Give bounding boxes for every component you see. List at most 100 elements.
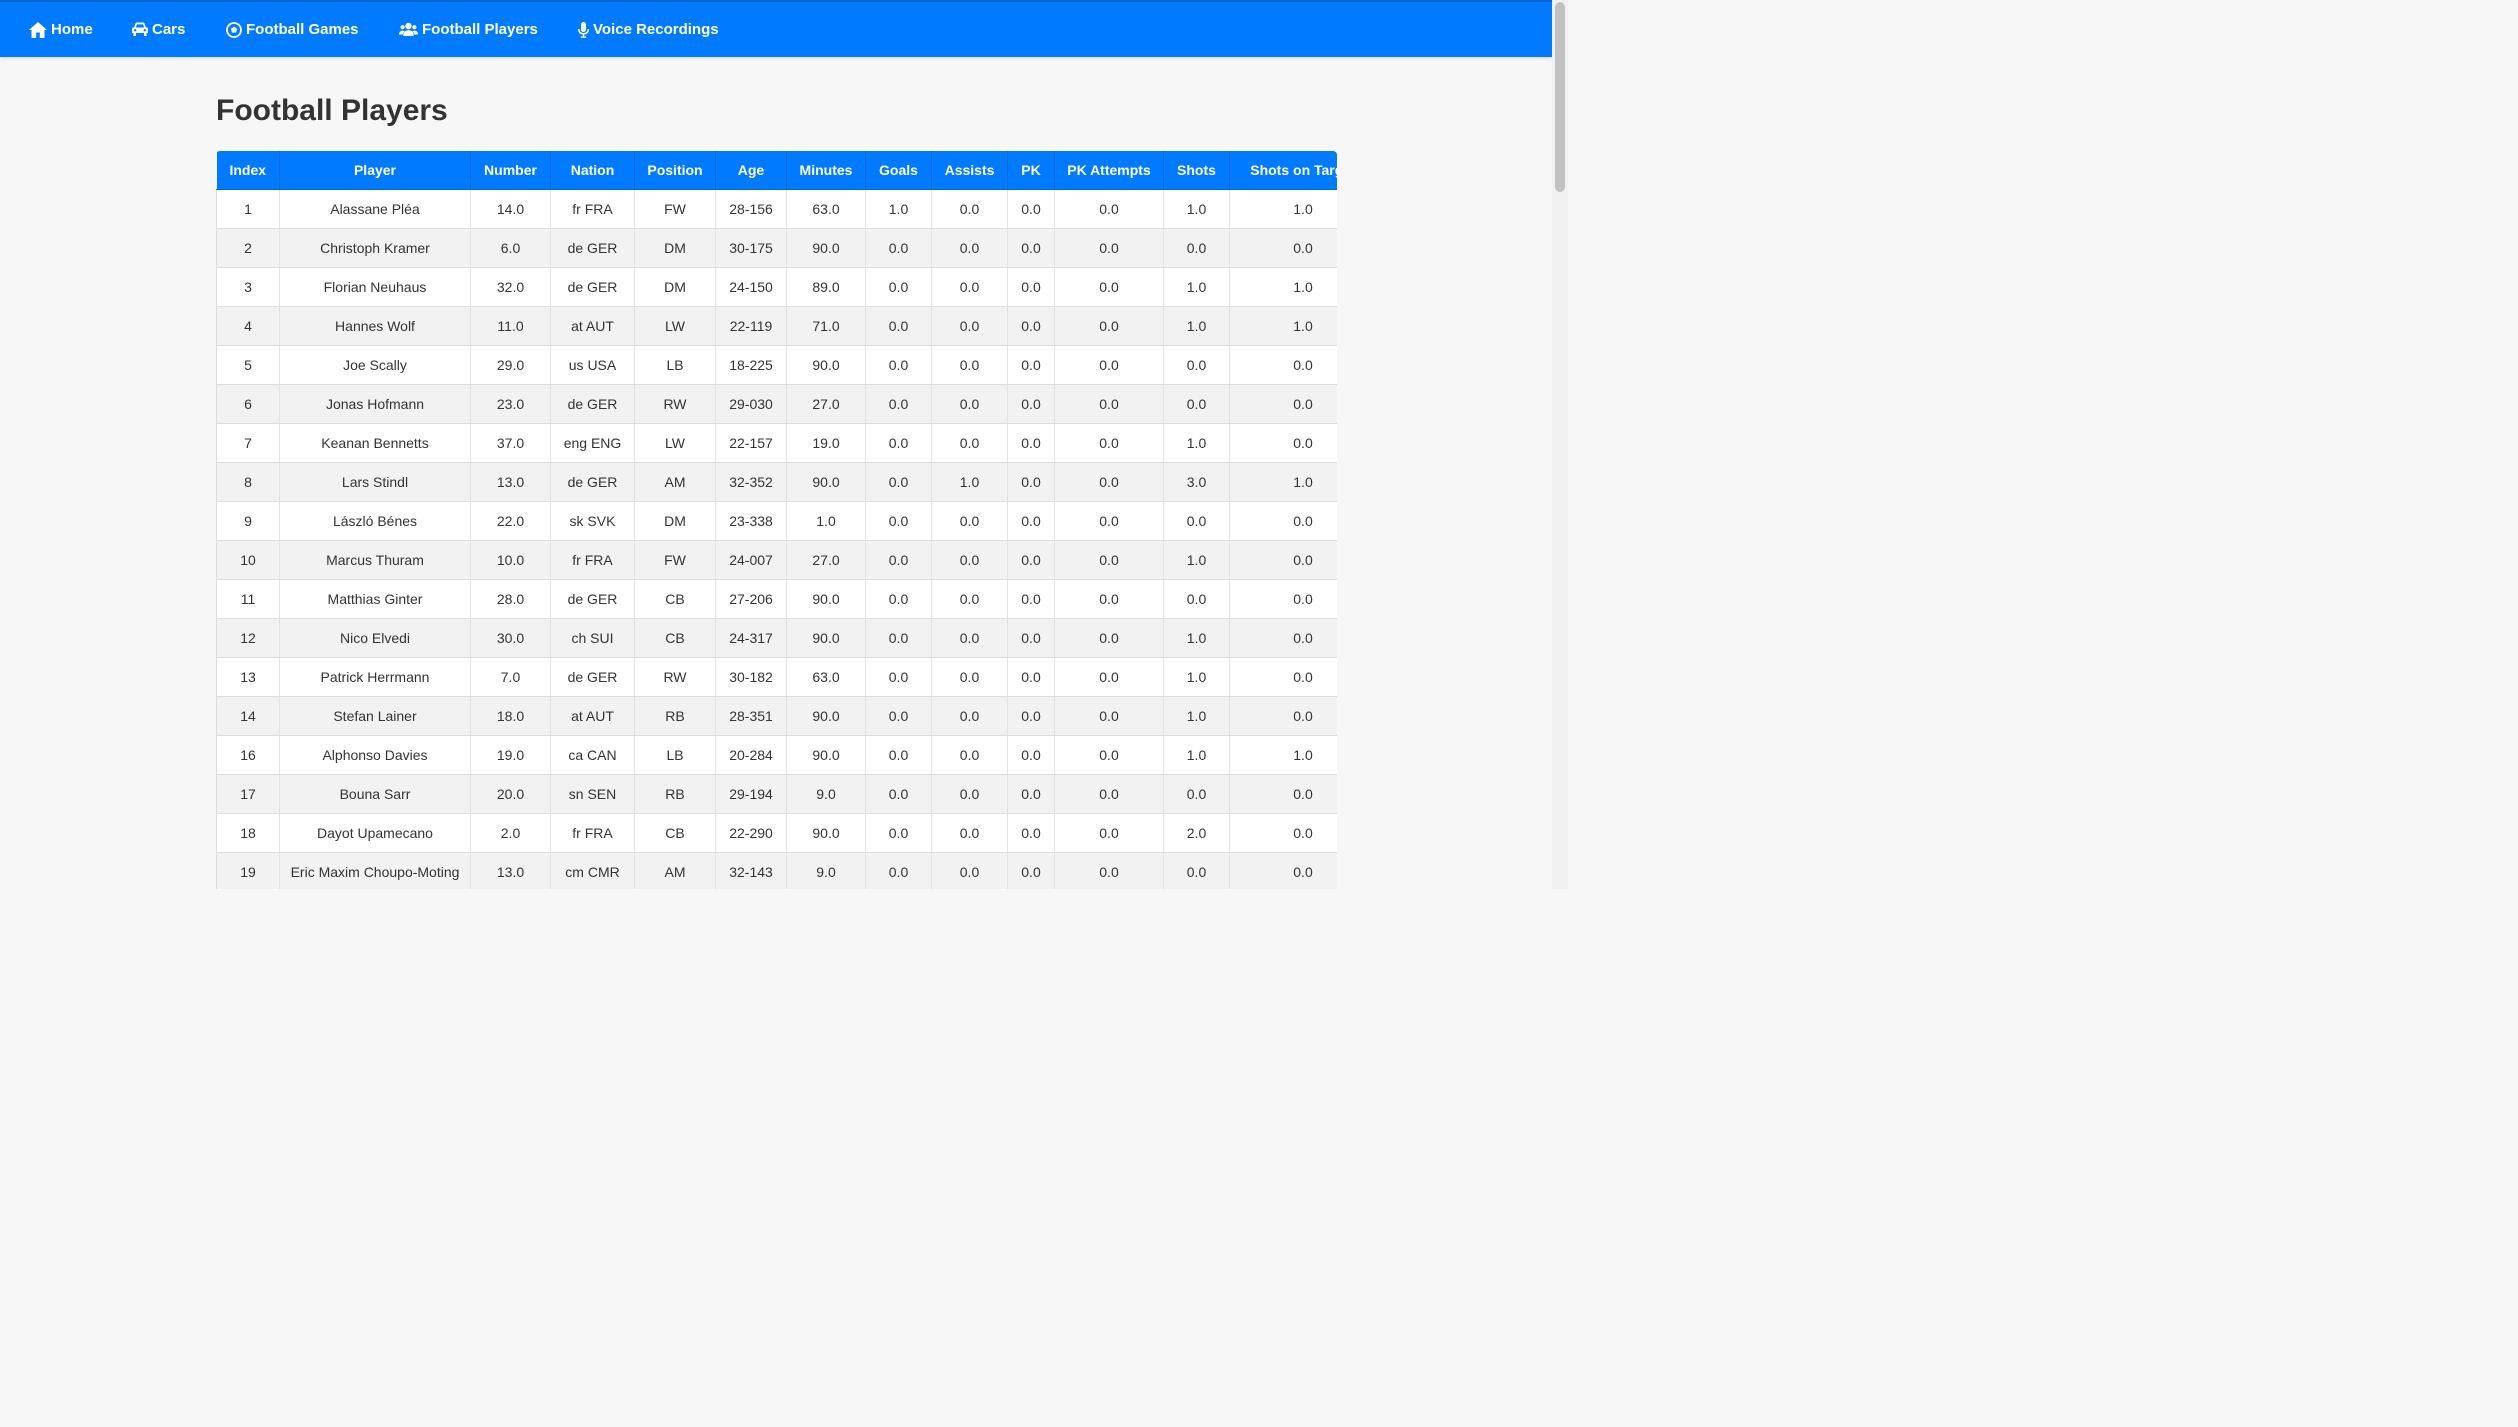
table-cell: 0.0 (1054, 384, 1164, 424)
home-icon (29, 21, 47, 38)
table-cell: 0.0 (1163, 774, 1230, 814)
nav-home[interactable]: Home (29, 2, 93, 57)
table-cell: 18-225 (715, 345, 787, 385)
table-cell: Florian Neuhaus (279, 267, 471, 307)
table-cell: DM (634, 228, 716, 268)
table-cell: 0.0 (865, 735, 932, 775)
table-cell: de GER (550, 579, 635, 619)
column-header: Nation (550, 151, 635, 190)
table-cell: 17 (216, 774, 280, 814)
table-cell: 0.0 (931, 774, 1008, 814)
table-cell: 0.0 (865, 540, 932, 580)
table-cell: 1.0 (1163, 267, 1230, 307)
table-cell: 90.0 (786, 345, 866, 385)
table-cell: 32.0 (470, 267, 551, 307)
table-cell: 0.0 (1007, 189, 1055, 229)
table-cell: Stefan Lainer (279, 696, 471, 736)
table-cell: 0.0 (931, 579, 1008, 619)
table-row: 18 Dayot Upamecano 2.0 fr FRA CB 22-290 90.0 0.… (216, 813, 1337, 853)
table-cell: 18 (216, 813, 280, 853)
table-cell: 0.0 (1229, 696, 1337, 736)
table-cell: ch SUI (550, 618, 635, 658)
table-cell: LB (634, 345, 716, 385)
table-cell: 0.0 (931, 540, 1008, 580)
table-cell: 89.0 (786, 267, 866, 307)
table-cell: 23-338 (715, 501, 787, 541)
table-cell: LW (634, 306, 716, 346)
table-cell: 30-175 (715, 228, 787, 268)
table-cell: 0.0 (1163, 345, 1230, 385)
table-cell: 0.0 (1007, 579, 1055, 619)
table-cell: 0.0 (1229, 774, 1337, 814)
table-cell: 0.0 (1054, 735, 1164, 775)
table-row: 3 Florian Neuhaus 32.0 de GER DM 24-150 89.0 0.… (216, 267, 1337, 307)
table-cell: 1.0 (1163, 657, 1230, 697)
column-header: Player (279, 151, 471, 190)
table-cell: RW (634, 384, 716, 424)
table-cell: 0.0 (931, 306, 1008, 346)
header-row: Index Player Number Nation Position Age Minute… (216, 151, 1337, 190)
table-cell: 0.0 (1054, 540, 1164, 580)
table-row: 2 Christoph Kramer 6.0 de GER DM 30-175 90.0 0.… (216, 228, 1337, 268)
table-cell: 0.0 (1007, 384, 1055, 424)
table-cell: 0.0 (931, 423, 1008, 463)
table-cell: 24-007 (715, 540, 787, 580)
table-cell: 29.0 (470, 345, 551, 385)
table-header: Index Player Number Nation Position Age Minute… (216, 151, 1337, 190)
table-cell: 0.0 (1054, 462, 1164, 502)
table-cell: 24-317 (715, 618, 787, 658)
table-cell: 0.0 (865, 306, 932, 346)
table-cell: 20-284 (715, 735, 787, 775)
table-cell: 71.0 (786, 306, 866, 346)
table-cell: 0.0 (1054, 345, 1164, 385)
players-table-container: Index Player Number Nation Position Age Minute… (216, 151, 1337, 889)
table-cell: Bouna Sarr (279, 774, 471, 814)
table-cell: 0.0 (1229, 345, 1337, 385)
table-cell: 0.0 (1007, 228, 1055, 268)
column-header: PK (1007, 151, 1055, 190)
table-cell: 11 (216, 579, 280, 619)
scrollbar-thumb[interactable] (1555, 2, 1565, 192)
table-cell: 1.0 (1163, 618, 1230, 658)
table-cell: DM (634, 267, 716, 307)
table-row: 9 László Bénes 22.0 sk SVK DM 23-338 1.0 0.0 0.0… (216, 501, 1337, 541)
table-cell: 28-156 (715, 189, 787, 229)
table-row: 19 Eric Maxim Choupo-Moting 13.0 cm CMR AM 32… (216, 852, 1337, 889)
table-cell: DM (634, 501, 716, 541)
table-cell: 0.0 (865, 618, 932, 658)
table-cell: 0.0 (1054, 189, 1164, 229)
table-cell: 0.0 (1054, 228, 1164, 268)
table-cell: 1.0 (931, 462, 1008, 502)
column-header: Shots (1163, 151, 1230, 190)
table-cell: 5 (216, 345, 280, 385)
table-cell: RB (634, 696, 716, 736)
table-cell: 0.0 (865, 423, 932, 463)
table-cell: 0.0 (931, 501, 1008, 541)
table-cell: Hannes Wolf (279, 306, 471, 346)
table-cell: 0.0 (931, 384, 1008, 424)
nav-football-games[interactable]: Football Games (226, 2, 359, 57)
page-scrollbar[interactable] (1552, 0, 1568, 889)
table-cell: us USA (550, 345, 635, 385)
table-cell: 0.0 (865, 345, 932, 385)
table-cell: AM (634, 462, 716, 502)
column-header: Minutes (786, 151, 866, 190)
car-icon (132, 22, 148, 36)
table-cell: Matthias Ginter (279, 579, 471, 619)
nav-football-games-label: Football Games (246, 21, 359, 38)
table-cell: sn SEN (550, 774, 635, 814)
table-cell: 0.0 (865, 267, 932, 307)
table-cell: 0.0 (1054, 267, 1164, 307)
table-cell: 0.0 (1007, 774, 1055, 814)
table-row: 11 Matthias Ginter 28.0 de GER CB 27-206 90.0 0… (216, 579, 1337, 619)
table-cell: Dayot Upamecano (279, 813, 471, 853)
table-cell: 6 (216, 384, 280, 424)
table-cell: 0.0 (1007, 345, 1055, 385)
nav-football-players[interactable]: Football Players (399, 2, 538, 57)
table-cell: 29-030 (715, 384, 787, 424)
nav-cars[interactable]: Cars (132, 2, 185, 57)
table-cell: 13 (216, 657, 280, 697)
table-body: 1 Alassane Pléa 14.0 fr FRA FW 28-156 63.0 1.0 0… (216, 189, 1337, 889)
table-cell: 0.0 (931, 345, 1008, 385)
nav-voice-recordings[interactable]: Voice Recordings (578, 2, 719, 57)
